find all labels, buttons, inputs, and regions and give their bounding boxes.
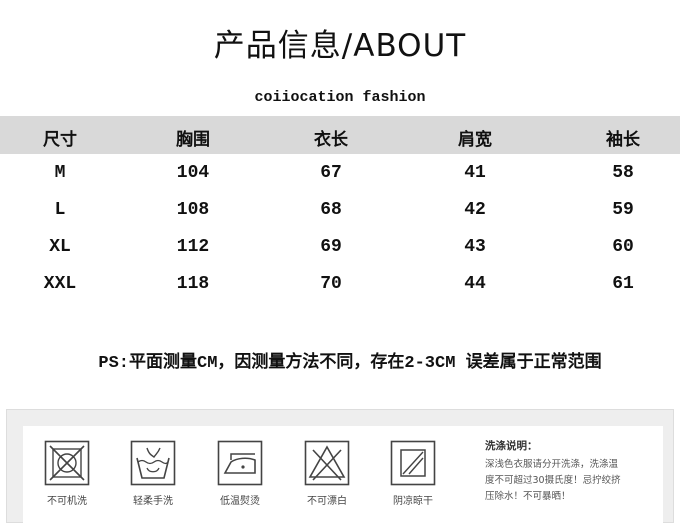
care-item-shade-dry: 阴凉晾干	[373, 440, 453, 507]
no-machine-wash-icon	[44, 440, 90, 486]
table-cell: 43	[464, 237, 486, 257]
table-cell: 68	[320, 200, 342, 220]
table-cell: XXL	[43, 274, 77, 294]
care-instructions-line: 深浅色衣服请分开洗涤，洗涤温	[485, 459, 619, 470]
care-label: 不可漂白	[307, 496, 347, 507]
care-label: 阴凉晾干	[393, 496, 433, 507]
care-label: 不可机洗	[47, 496, 87, 507]
table-cell: 112	[176, 237, 210, 257]
care-instructions-line: 度不可超过30摄氏度！忌拧绞挤	[485, 475, 621, 486]
table-cell: 60	[612, 237, 634, 257]
shade-dry-icon	[390, 440, 436, 486]
care-label: 低温熨烫	[220, 496, 260, 507]
table-header-shoulder: 肩宽	[458, 130, 492, 150]
care-instructions-title: 洗涤说明：	[485, 440, 538, 452]
table-cell: 58	[612, 163, 634, 183]
table-cell: 70	[320, 274, 342, 294]
page-title: 产品信息/ABOUT	[213, 28, 467, 64]
brand-name: coiiocation fashion	[254, 89, 426, 106]
care-instructions-line: 压除水！不可暴晒！	[485, 491, 571, 502]
table-cell: 104	[176, 163, 210, 183]
care-instructions: 洗涤说明： 深浅色衣服请分开洗涤，洗涤温 度不可超过30摄氏度！忌拧绞挤 压除水…	[485, 438, 659, 505]
low-temp-iron-icon	[217, 440, 263, 486]
care-label: 轻柔手洗	[133, 496, 173, 507]
table-header-size: 尺寸	[43, 130, 77, 150]
table-cell: M	[54, 163, 66, 183]
table-cell: 67	[320, 163, 342, 183]
care-panel: 不可机洗 轻柔手洗 低温熨烫 不可漂白 阴凉晾干 洗涤说明： 深浅色衣服请分开洗…	[6, 409, 674, 523]
care-item-no-machine-wash: 不可机洗	[27, 440, 107, 507]
care-item-no-bleach: 不可漂白	[287, 440, 367, 507]
table-cell: 61	[612, 274, 634, 294]
table-header-length: 衣长	[314, 130, 348, 150]
table-cell: 69	[320, 237, 342, 257]
table-cell: 59	[612, 200, 634, 220]
no-bleach-icon	[304, 440, 350, 486]
table-cell: 41	[464, 163, 486, 183]
table-cell: 118	[176, 274, 210, 294]
table-cell: 44	[464, 274, 486, 294]
table-cell: XL	[49, 237, 71, 257]
measurement-note: PS:平面测量CM，因测量方法不同，存在2-3CM 误差属于正常范围	[98, 354, 602, 373]
table-header-chest: 胸围	[176, 130, 210, 150]
care-item-low-temp-iron: 低温熨烫	[200, 440, 280, 507]
table-header-sleeve: 袖长	[606, 130, 640, 150]
table-cell: 42	[464, 200, 486, 220]
care-panel-inner: 不可机洗 轻柔手洗 低温熨烫 不可漂白 阴凉晾干 洗涤说明： 深浅色衣服请分开洗…	[23, 426, 663, 523]
gentle-hand-wash-icon	[130, 440, 176, 486]
care-item-gentle-hand-wash: 轻柔手洗	[113, 440, 193, 507]
table-cell: 108	[176, 200, 210, 220]
table-cell: L	[54, 200, 66, 220]
